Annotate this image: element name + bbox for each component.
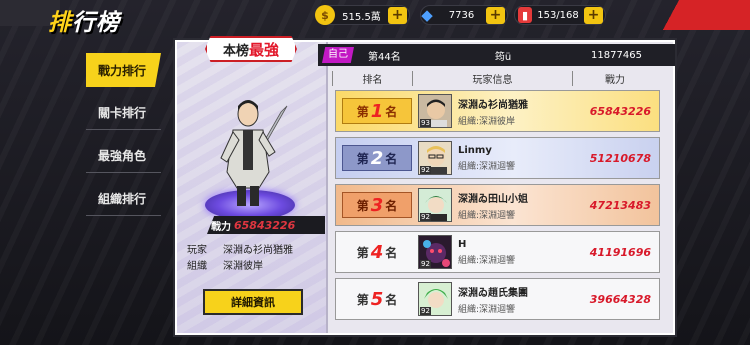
hero-power-label: 戰力 <box>211 221 231 233</box>
table-row[interactable]: 第4名 92 H 組織:深淵迴響 41191696 <box>335 231 660 273</box>
page-title: 排行榜 <box>48 3 120 36</box>
diamond-currency: ◆ 7736 + <box>420 5 508 25</box>
self-name: 筠ü <box>494 51 512 63</box>
avatar: 92 <box>418 141 452 175</box>
self-tag: 自己 <box>322 47 354 63</box>
player-power: 41191696 <box>589 245 651 259</box>
header-power: 戰力 <box>572 70 657 86</box>
player-org: 組織:深淵彼岸 <box>458 116 516 127</box>
hero-power-box: 戰力 65843226 <box>207 216 325 234</box>
table-row[interactable]: 第3名 92 深淵ゐ田山小姐 組織:深淵迴響 47213483 <box>335 184 660 226</box>
player-org: 組織:深淵迴響 <box>458 304 516 315</box>
nav-label: 最強角色 <box>98 149 147 163</box>
player-info: 深淵ゐ趙氏集團 組織:深淵迴響 <box>458 284 578 315</box>
ticket-currency: ▮ 153/168 + <box>514 5 606 25</box>
nav-label: 組織排行 <box>98 192 147 206</box>
player-power: 39664328 <box>589 292 651 306</box>
title-rest: 行榜 <box>72 10 120 36</box>
nav-item-organization-ranking[interactable]: 組織排行 <box>86 182 161 216</box>
rank-label: 第4名 <box>356 241 398 263</box>
rank-label: 第2名 <box>342 145 412 171</box>
blue-diamond-icon: ◆ <box>421 6 433 24</box>
player-power: 51210678 <box>589 151 651 165</box>
hero-org-label: 組織 <box>187 261 207 272</box>
header-player-info: 玩家信息 <box>412 70 572 86</box>
ranking-panel: 本榜 最強 戰力 65843226 玩家 深淵ゐ衫尚猶雅 組織 深淵彼岸 詳細資… <box>175 36 675 335</box>
player-power: 47213483 <box>589 198 651 212</box>
player-name: 深淵ゐ趙氏集團 <box>458 287 528 299</box>
self-power: 11877465 <box>591 49 642 61</box>
table-row[interactable]: 第5名 92 深淵ゐ趙氏集團 組織:深淵迴響 39664328 <box>335 278 660 320</box>
side-nav: 戰力排行 關卡排行 最強角色 組織排行 <box>86 53 161 225</box>
gold-value: 515.5萬 <box>342 11 381 23</box>
top-right-banner <box>624 0 750 30</box>
rank-label: 第3名 <box>342 192 412 218</box>
diamond-value: 7736 <box>448 9 475 21</box>
avatar: 92 <box>418 282 452 316</box>
player-info: 深淵ゐ衫尚猶雅 組織:深淵彼岸 <box>458 96 578 127</box>
ranking-list: 第1名 93 深淵ゐ衫尚猶雅 組織:深淵彼岸 65843226 第2名 92 L… <box>335 90 660 325</box>
self-rank-bar: 自己 第44名 筠ü 11877465 <box>318 44 675 66</box>
avatar-level: 93 <box>420 119 431 127</box>
red-ticket-icon: ▮ <box>518 7 532 23</box>
table-header: 排名 玩家信息 戰力 <box>332 70 657 86</box>
ticket-value: 153/168 <box>537 9 579 21</box>
avatar-level: 92 <box>420 307 431 315</box>
top-player-showcase: 本榜 最強 戰力 65843226 玩家 深淵ゐ衫尚猶雅 組織 深淵彼岸 詳細資… <box>177 36 328 333</box>
player-power: 65843226 <box>589 104 651 118</box>
table-row[interactable]: 第2名 92 Linmy 組織:深淵迴響 51210678 <box>335 137 660 179</box>
add-diamond-button[interactable]: + <box>486 6 505 24</box>
details-button[interactable]: 詳細資訊 <box>203 289 303 315</box>
hero-player-row: 玩家 深淵ゐ衫尚猶雅 <box>187 241 293 256</box>
hero-org-row: 組織 深淵彼岸 <box>187 257 263 272</box>
title-highlight: 排 <box>48 10 72 36</box>
player-name: 深淵ゐ衫尚猶雅 <box>458 99 528 111</box>
player-name: Linmy <box>458 144 492 156</box>
nav-label: 戰力排行 <box>98 63 147 78</box>
avatar-level: 92 <box>420 260 431 268</box>
player-name: 深淵ゐ田山小姐 <box>458 193 528 205</box>
player-info: H 組織:深淵迴響 <box>458 239 578 266</box>
badge-text: 本榜 <box>222 43 249 59</box>
hero-power-value: 65843226 <box>234 218 296 232</box>
nav-label: 關卡排行 <box>98 106 147 120</box>
nav-item-strongest-character[interactable]: 最強角色 <box>86 139 161 173</box>
avatar-level: 92 <box>420 213 431 221</box>
hero-org-name: 深淵彼岸 <box>223 261 263 272</box>
gold-coin-icon: $ <box>315 5 335 25</box>
avatar: 93 <box>418 94 452 128</box>
player-info: 深淵ゐ田山小姐 組織:深淵迴響 <box>458 190 578 221</box>
rank-label: 第5名 <box>356 288 398 310</box>
player-org: 組織:深淵迴響 <box>458 161 516 172</box>
strongest-badge: 本榜 最強 <box>205 36 297 62</box>
player-info: Linmy 組織:深淵迴響 <box>458 145 578 172</box>
nav-item-stage-ranking[interactable]: 關卡排行 <box>86 96 161 130</box>
avatar: 92 <box>418 188 452 222</box>
gold-currency: $ 515.5萬 + <box>315 5 410 25</box>
player-name: H <box>458 238 467 250</box>
details-button-label: 詳細資訊 <box>231 296 275 309</box>
hero-player-name: 深淵ゐ衫尚猶雅 <box>223 245 293 256</box>
header-rank: 排名 <box>332 70 412 86</box>
add-gold-button[interactable]: + <box>388 6 407 24</box>
avatar: 92 <box>418 235 452 269</box>
hero-player-label: 玩家 <box>187 245 207 256</box>
nav-item-power-ranking[interactable]: 戰力排行 <box>86 53 161 87</box>
player-org: 組織:深淵迴響 <box>458 255 516 266</box>
add-ticket-button[interactable]: + <box>584 6 603 24</box>
badge-highlight: 最強 <box>249 40 280 59</box>
character-figure-icon <box>220 100 288 206</box>
player-org: 組織:深淵迴響 <box>458 210 516 221</box>
self-rank: 第44名 <box>368 51 401 63</box>
rank-label: 第1名 <box>342 98 412 124</box>
avatar-level: 92 <box>420 166 431 174</box>
table-row[interactable]: 第1名 93 深淵ゐ衫尚猶雅 組織:深淵彼岸 65843226 <box>335 90 660 132</box>
